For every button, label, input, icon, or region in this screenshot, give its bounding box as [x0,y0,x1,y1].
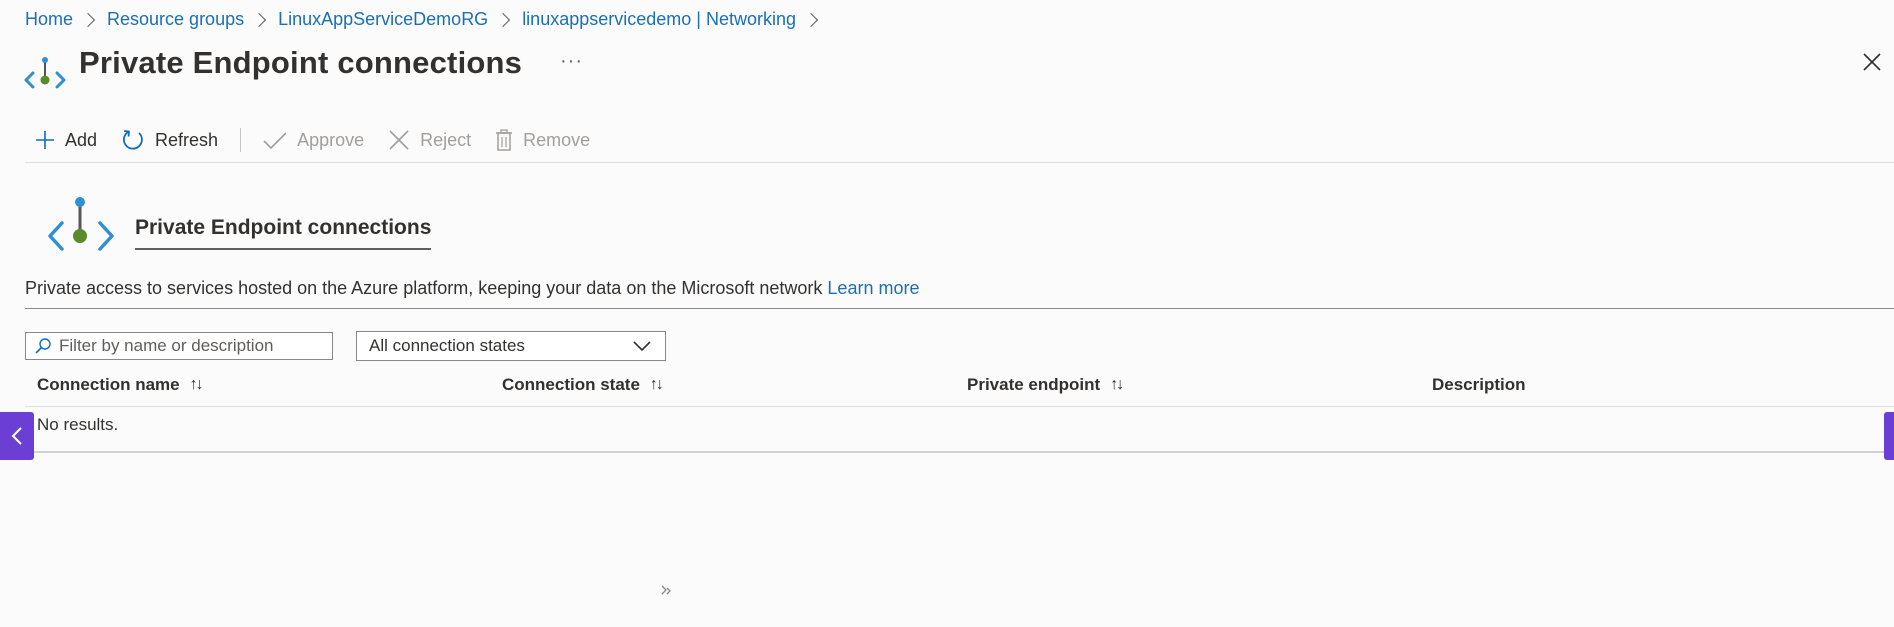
table-bottom-border [25,451,1894,453]
reject-x-icon [389,130,409,150]
breadcrumb-resource-groups[interactable]: Resource groups [107,9,244,30]
connection-state-selected: All connection states [369,336,525,355]
toolbar-separator [25,162,1894,163]
column-connection-state[interactable]: Connection state ↑↓ [502,375,664,395]
refresh-label: Refresh [155,129,219,150]
chevron-right-icon [80,12,96,27]
more-options-button[interactable]: ··· [560,50,583,73]
trash-icon [496,129,513,151]
reject-label: Reject [420,129,472,150]
sort-icon: ↑↓ [1110,376,1124,393]
add-button[interactable]: Add [35,130,97,151]
column-connection-name[interactable]: Connection name ↑↓ [37,375,204,395]
close-icon[interactable] [1862,52,1882,72]
column-private-endpoint[interactable]: Private endpoint ↑↓ [967,375,1124,395]
refresh-button[interactable]: Refresh [121,128,218,152]
connection-state-dropdown[interactable]: All connection states [356,331,666,361]
empty-table-message: No results. [37,415,119,434]
plus-icon [36,131,54,149]
remove-button[interactable]: Remove [495,129,590,151]
sort-icon: ↑↓ [189,376,204,393]
description-text: Private access to services hosted on the… [25,278,823,298]
chevron-left-icon [11,427,22,445]
collapse-panel-tab[interactable] [0,412,34,460]
sort-icon: ↑↓ [649,376,664,393]
column-label: Connection state [502,375,640,394]
reject-button[interactable]: Reject [388,129,471,151]
chevron-right-icon [496,12,511,27]
private-endpoint-icon [24,57,66,89]
breadcrumb-home[interactable]: Home [25,9,73,30]
breadcrumb: Home Resource groups LinuxAppServiceDemo… [25,9,830,30]
toolbar-divider [240,128,242,152]
learn-more-link[interactable]: Learn more [827,278,919,298]
command-bar: Add Refresh Approve Reject Remove [35,124,614,156]
approve-button[interactable]: Approve [263,130,364,151]
chevron-down-icon [633,341,651,351]
column-label: Private endpoint [967,375,1101,394]
expand-panel-tab[interactable] [1884,412,1894,460]
column-label: Connection name [37,375,180,394]
section-description: Private access to services hosted on the… [25,278,919,299]
description-separator [25,308,1894,309]
column-label: Description [1432,375,1526,394]
breadcrumb-networking[interactable]: linuxappservicedemo | Networking [522,9,796,30]
resize-cursor-icon [661,585,671,595]
refresh-icon [123,130,143,150]
add-label: Add [65,129,98,150]
table-header: Connection name ↑↓ Connection state ↑↓ P… [25,370,1894,407]
page-title: Private Endpoint connections [79,45,523,80]
search-icon [35,338,51,354]
filter-input[interactable] [59,336,319,356]
chevron-right-icon [252,12,267,27]
approve-label: Approve [297,129,365,150]
section-title: Private Endpoint connections [135,216,432,250]
checkmark-icon [263,132,287,150]
private-endpoint-large-icon [48,197,114,251]
breadcrumb-resource-group[interactable]: LinuxAppServiceDemoRG [278,9,488,30]
remove-label: Remove [523,129,591,150]
filter-search-box[interactable] [25,332,333,360]
chevron-right-icon [803,12,819,27]
column-description[interactable]: Description [1432,375,1526,395]
